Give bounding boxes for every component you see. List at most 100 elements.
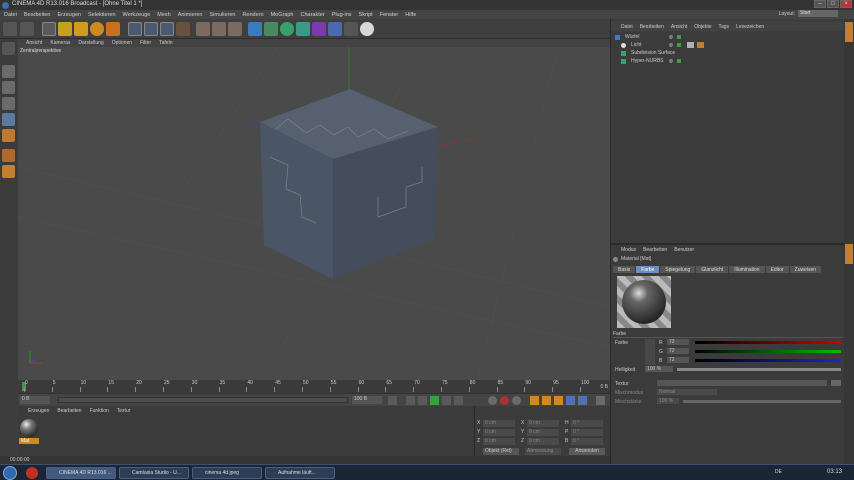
go-to-start-icon[interactable]	[388, 396, 397, 405]
x-axis-lock-icon[interactable]	[128, 22, 142, 36]
object-row[interactable]: Licht	[611, 42, 845, 49]
viewport-menu-tafeln[interactable]: Tafeln	[159, 40, 172, 46]
camera-icon[interactable]	[344, 22, 358, 36]
go-to-end-icon[interactable]	[454, 396, 463, 405]
autokey-icon[interactable]	[500, 396, 509, 405]
object-name[interactable]: Würfel	[625, 34, 639, 40]
texture-field[interactable]	[657, 380, 827, 386]
previous-frame-icon[interactable]	[418, 396, 427, 405]
record-keys-icon[interactable]	[488, 396, 497, 405]
z-axis-lock-icon[interactable]	[160, 22, 174, 36]
attribute-menu-benutzer[interactable]: Benutzer	[674, 247, 694, 253]
viewport-menu-filter[interactable]: Filter	[140, 40, 151, 46]
menu-charakter[interactable]: Charakter	[301, 12, 325, 18]
menu-skript[interactable]: Skript	[359, 12, 373, 18]
coordinate-value-field[interactable]: 0 °	[571, 429, 603, 436]
object-menu-ansicht[interactable]: Ansicht	[671, 24, 687, 30]
object-name[interactable]: Subdivision Surface	[631, 50, 675, 56]
render-settings-icon[interactable]	[228, 22, 242, 36]
coordinate-value-field[interactable]: 0 °	[571, 438, 603, 445]
viewport-menu-optionen[interactable]: Optionen	[112, 40, 132, 46]
start-button-icon[interactable]	[3, 466, 17, 480]
array-icon[interactable]	[296, 22, 310, 36]
attribute-menu-bearbeiten[interactable]: Bearbeiten	[643, 247, 667, 253]
tab-basis[interactable]: Basis	[613, 266, 636, 273]
object-name[interactable]: Licht	[631, 42, 642, 48]
size-mode-select[interactable]: Abmessung	[525, 448, 561, 455]
scene-floor-icon[interactable]	[328, 22, 342, 36]
object-row[interactable]: Hyper-NURBS	[611, 58, 845, 65]
model-mode-icon[interactable]	[2, 65, 15, 78]
coordinate-value-field[interactable]: 0 cm	[527, 420, 559, 427]
viewport-menu-darstellung[interactable]: Darstellung	[78, 40, 103, 46]
coordinate-value-field[interactable]: 0 cm	[527, 438, 559, 445]
object-row[interactable]: Subdivision Surface	[611, 50, 845, 57]
material-menu-erzeugen[interactable]: Erzeugen	[28, 408, 49, 414]
redo-icon[interactable]	[20, 22, 34, 36]
last-tool-icon[interactable]	[106, 22, 120, 36]
rotation-key-icon[interactable]	[554, 396, 563, 405]
spline-pen-icon[interactable]	[264, 22, 278, 36]
play-icon[interactable]	[430, 396, 439, 405]
deformer-icon[interactable]	[312, 22, 326, 36]
close-button[interactable]: ×	[840, 0, 852, 8]
material-tag-icon[interactable]	[687, 42, 694, 48]
menu-hilfe[interactable]: Hilfe	[405, 12, 416, 18]
task-camtasia[interactable]: Camtasia Studio - U...	[119, 467, 189, 479]
undo-icon[interactable]	[3, 22, 17, 36]
object-name[interactable]: Hyper-NURBS	[631, 58, 664, 64]
brightness-value-field[interactable]: 100 %	[645, 366, 673, 372]
task-cinema4d[interactable]: CINEMA 4D R13.016 ...	[46, 467, 116, 479]
attributes-side-tab[interactable]	[845, 244, 853, 264]
enabled-check-icon[interactable]	[677, 43, 681, 47]
pinned-app-icon[interactable]	[26, 467, 38, 479]
menu-datei[interactable]: Datei	[4, 12, 17, 18]
material-menu-funktion[interactable]: Funktion	[90, 408, 109, 414]
material-menu-textur[interactable]: Textur	[117, 408, 131, 414]
start-frame-field[interactable]: 0 B	[20, 396, 50, 404]
snap-icon[interactable]	[2, 165, 15, 178]
scale-icon[interactable]	[74, 22, 88, 36]
nurbs-icon[interactable]	[280, 22, 294, 36]
coordinate-value-field[interactable]: 0 °	[571, 420, 603, 427]
object-row[interactable]: Würfel	[611, 34, 845, 41]
objects-side-tab[interactable]	[845, 22, 853, 42]
timeline-ruler[interactable]: 0 5 10 15 20 25 30 35 40 45 50 55 60 65 70 75 80 85 90 95 10…	[18, 380, 610, 393]
3d-viewport[interactable]: Zentralperspektive	[18, 47, 610, 380]
move-icon[interactable]	[58, 22, 72, 36]
mix-strength-field[interactable]: 100 %	[657, 398, 679, 404]
parameter-key-icon[interactable]	[566, 396, 575, 405]
material-preview[interactable]	[617, 276, 671, 328]
make-editable-icon[interactable]	[2, 42, 15, 55]
apply-button[interactable]: Anwenden	[569, 448, 605, 455]
tab-spiegelung[interactable]: Spiegelung	[660, 266, 696, 273]
tab-illumination[interactable]: Illumination	[729, 266, 765, 273]
workplane-icon[interactable]	[2, 97, 15, 110]
point-level-animation-icon[interactable]	[578, 396, 587, 405]
render-view-icon[interactable]	[196, 22, 210, 36]
menu-erzeugen[interactable]: Erzeugen	[57, 12, 81, 18]
material-name-label[interactable]: Mat	[19, 438, 39, 444]
points-mode-icon[interactable]	[2, 113, 15, 126]
system-clock[interactable]: 03:13	[827, 469, 842, 475]
object-menu-tags[interactable]: Tags	[719, 24, 730, 30]
brightness-slider[interactable]	[677, 368, 841, 371]
menu-mograph[interactable]: MoGraph	[271, 12, 294, 18]
cube-primitive-icon[interactable]	[248, 22, 262, 36]
menu-mesh[interactable]: Mesh	[157, 12, 170, 18]
object-menu-lesezeichen[interactable]: Lesezeichen	[736, 24, 764, 30]
menu-bearbeiten[interactable]: Bearbeiten	[24, 12, 51, 18]
g-value-field[interactable]: 72	[667, 348, 689, 354]
position-key-icon[interactable]	[530, 396, 539, 405]
texture-tag-icon[interactable]	[697, 42, 704, 48]
edges-mode-icon[interactable]	[2, 129, 15, 142]
attribute-menu-modus[interactable]: Modus	[621, 247, 636, 253]
y-axis-lock-icon[interactable]	[144, 22, 158, 36]
menu-animieren[interactable]: Animieren	[178, 12, 203, 18]
object-menu-bearbeiten[interactable]: Bearbeiten	[640, 24, 664, 30]
task-image-viewer[interactable]: cinema 4d.jpeg	[192, 467, 262, 479]
keyframe-selection-icon[interactable]	[512, 396, 521, 405]
viewport-menu-kameras[interactable]: Kameras	[50, 40, 70, 46]
tab-farbe[interactable]: Farbe	[636, 266, 660, 273]
mix-strength-slider[interactable]	[683, 400, 841, 403]
